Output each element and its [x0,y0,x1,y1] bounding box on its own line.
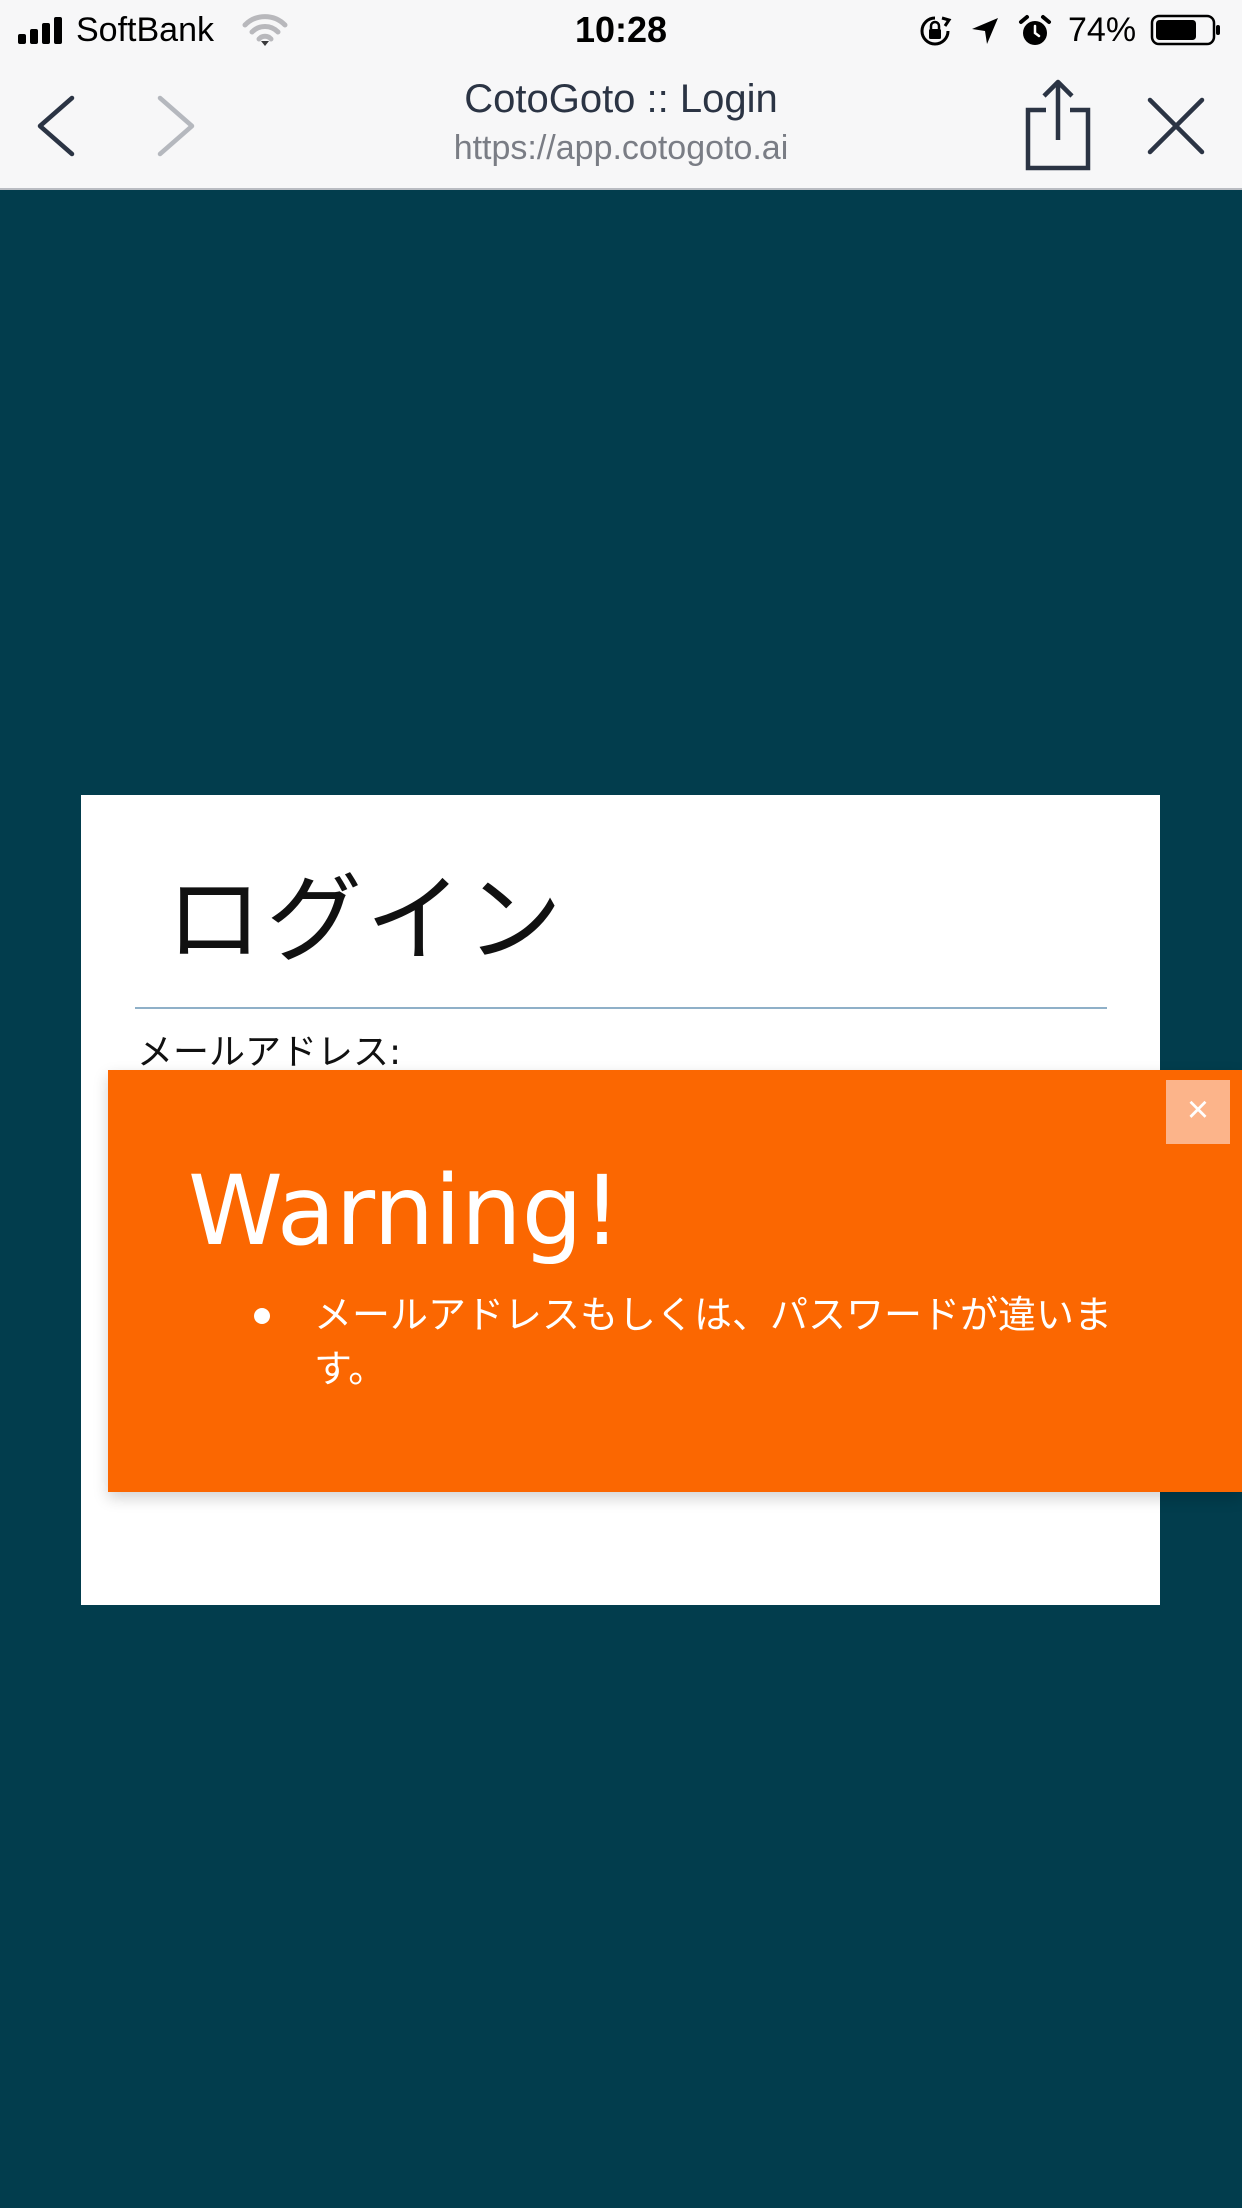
login-divider [135,1007,1107,1009]
alert-title: Warning! [188,1155,622,1267]
alert-close-button[interactable]: × [1166,1080,1230,1144]
alert-message: メールアドレスもしくは、パスワードが違います。 [198,1288,1208,1396]
warning-alert: × Warning! メールアドレスもしくは、パスワードが違います。 [108,1070,1242,1492]
browser-nav-bar: CotoGoto :: Login https://app.cotogoto.a… [0,62,1242,190]
bullet-icon [254,1308,270,1324]
battery-icon [1150,14,1222,46]
share-icon[interactable] [1016,78,1100,174]
email-label: メールアドレス: [137,1032,402,1073]
login-title: ログイン [166,864,566,976]
alarm-icon [1018,14,1052,48]
status-time: 10:28 [574,9,668,50]
close-icon[interactable] [1136,86,1216,166]
battery-percent: 74% [1068,11,1137,49]
alert-message-text: メールアドレスもしくは、パスワードが違います。 [314,1293,1113,1391]
location-icon [968,14,1002,48]
status-bar: SoftBank 10:28 74% [0,0,1242,62]
alert-message-list: メールアドレスもしくは、パスワードが違います。 [198,1288,1208,1396]
orientation-lock-icon [918,14,952,48]
